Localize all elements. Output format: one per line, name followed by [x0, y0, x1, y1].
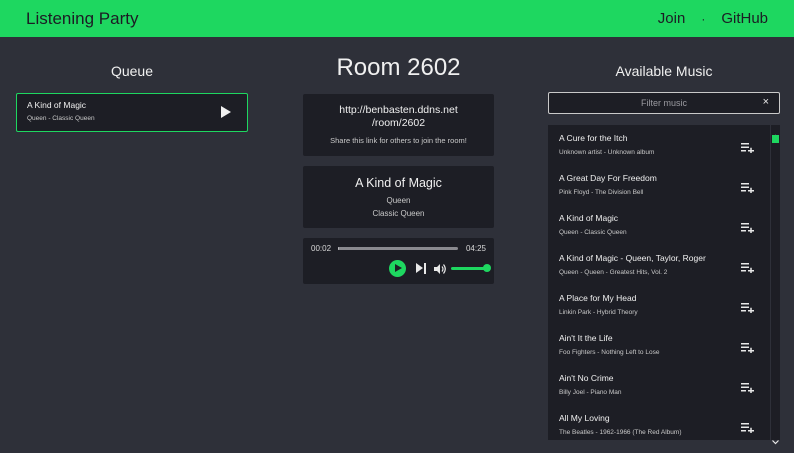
play-button[interactable] [389, 260, 406, 277]
queue-item-title: A Kind of Magic [27, 100, 87, 110]
music-item-title: All My Loving [559, 413, 610, 423]
add-to-queue-icon[interactable] [741, 380, 754, 394]
filter-music-input[interactable] [549, 93, 779, 113]
player-controls: 00:02 04:25 [303, 238, 494, 284]
brand-title[interactable]: Listening Party [26, 9, 138, 29]
room-title: Room 2602 [336, 54, 461, 81]
music-item-title: A Place for My Head [559, 293, 637, 303]
available-music-title: Available Music [615, 63, 713, 79]
music-item-subtitle: Billy Joel - Piano Man [559, 389, 622, 396]
total-time: 04:25 [465, 244, 486, 253]
music-item[interactable]: A Cure for the Itch Unknown artist - Unk… [548, 125, 770, 165]
scroll-down-icon[interactable] [772, 432, 779, 445]
music-item-subtitle: Queen - Queen - Greatest Hits, Vol. 2 [559, 269, 668, 276]
music-scrollbar[interactable] [771, 125, 780, 445]
current-time: 00:02 [311, 244, 332, 253]
nav-separator: · [701, 11, 706, 26]
music-item-title: Ain't No Crime [559, 373, 614, 383]
queue-item-subtitle: Queen - Classic Queen [27, 115, 95, 122]
music-item[interactable]: Ain't No Crime Billy Joel - Piano Man [548, 365, 770, 405]
add-to-queue-icon[interactable] [741, 140, 754, 154]
music-item[interactable]: All My Loving The Beatles - 1962-1966 (T… [548, 405, 770, 440]
now-playing-title: A Kind of Magic [355, 176, 442, 190]
share-hint: Share this link for others to join the r… [330, 136, 467, 145]
music-item-subtitle: Foo Fighters - Nothing Left to Lose [559, 349, 660, 356]
nav-join-link[interactable]: Join [658, 10, 686, 27]
music-item-subtitle: Queen - Classic Queen [559, 229, 627, 236]
skip-next-icon[interactable] [416, 263, 428, 274]
progress-bar[interactable] [338, 247, 458, 250]
nav-links: Join · GitHub [658, 10, 768, 27]
volume-icon[interactable] [434, 262, 447, 274]
music-item[interactable]: Ain't It the Life Foo Fighters - Nothing… [548, 325, 770, 365]
music-item-subtitle: Pink Floyd - The Division Bell [559, 189, 644, 196]
queue-item[interactable]: A Kind of Magic Queen - Classic Queen [16, 93, 248, 132]
music-item[interactable]: A Kind of Magic Queen - Classic Queen [548, 205, 770, 245]
music-item-subtitle: Unknown artist - Unknown album [559, 149, 655, 156]
add-to-queue-icon[interactable] [741, 420, 754, 434]
add-to-queue-icon[interactable] [741, 220, 754, 234]
scroll-up-icon[interactable] [772, 127, 779, 139]
music-item[interactable]: A Place for My Head Linkin Park - Hybrid… [548, 285, 770, 325]
room-link-line2[interactable]: /room/2602 [303, 117, 494, 130]
queue-title: Queue [110, 63, 154, 79]
now-playing-artist: Queen [386, 196, 411, 205]
scroll-thumb[interactable] [772, 135, 779, 143]
add-to-queue-icon[interactable] [741, 180, 754, 194]
room-link-line1[interactable]: http://benbasten.ddns.net [303, 104, 494, 117]
volume-slider[interactable] [451, 267, 487, 270]
add-to-queue-icon[interactable] [741, 260, 754, 274]
music-item-title: A Kind of Magic [559, 213, 619, 223]
music-item[interactable]: A Great Day For Freedom Pink Floyd - The… [548, 165, 770, 205]
music-item[interactable]: A Kind of Magic - Queen, Taylor, Roger Q… [548, 245, 770, 285]
play-icon[interactable] [221, 106, 231, 118]
volume-knob[interactable] [483, 264, 491, 272]
navbar: Listening Party Join · GitHub [0, 0, 794, 37]
add-to-queue-icon[interactable] [741, 300, 754, 314]
now-playing-card: A Kind of Magic Queen Classic Queen [303, 166, 494, 228]
music-list: A Cure for the Itch Unknown artist - Unk… [548, 125, 770, 440]
music-item-subtitle: The Beatles - 1962-1966 (The Red Album) [559, 429, 682, 436]
room-link-card: http://benbasten.ddns.net /room/2602 Sha… [303, 94, 494, 156]
music-item-title: A Cure for the Itch [559, 133, 628, 143]
music-item-subtitle: Linkin Park - Hybrid Theory [559, 309, 638, 316]
clear-icon[interactable]: × [763, 96, 769, 108]
music-item-title: A Great Day For Freedom [559, 173, 657, 183]
nav-github-link[interactable]: GitHub [721, 10, 768, 27]
add-to-queue-icon[interactable] [741, 340, 754, 354]
now-playing-album: Classic Queen [372, 209, 425, 218]
progress-fill [338, 247, 339, 250]
filter-box: × [548, 92, 780, 114]
music-item-title: Ain't It the Life [559, 333, 613, 343]
music-item-title: A Kind of Magic - Queen, Taylor, Roger [559, 253, 706, 263]
